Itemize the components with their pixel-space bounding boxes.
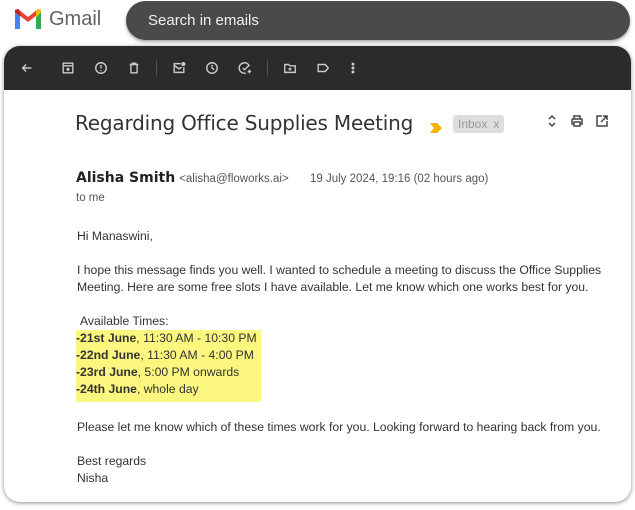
open-in-new-window-icon[interactable] [595, 114, 609, 128]
signoff: Best regards [77, 454, 147, 468]
snooze-icon[interactable] [204, 60, 220, 76]
email-subject: Regarding Office Supplies Meeting [75, 111, 414, 135]
remove-label-button[interactable]: x [493, 117, 499, 131]
gmail-logo[interactable]: Gmail [13, 7, 101, 31]
label-icon[interactable] [315, 60, 331, 76]
sender-name: Alisha Smith [76, 170, 176, 186]
search-input[interactable]: Search in emails [148, 12, 259, 29]
more-options-icon[interactable] [345, 60, 361, 76]
inbox-label-chip[interactable]: Inbox x [453, 115, 505, 133]
recipient[interactable]: to me [76, 192, 105, 204]
gmail-m-icon [15, 9, 41, 29]
important-marker-icon[interactable] [430, 120, 442, 138]
top-bar: Gmail Search in emails [0, 0, 635, 44]
toolbar-divider [267, 60, 268, 76]
mark-unread-icon[interactable] [171, 60, 187, 76]
app-name: Gmail [49, 7, 102, 30]
report-spam-icon[interactable] [93, 60, 109, 76]
email-date: 19 July 2024, 19:16 (02 hours ago) [310, 173, 489, 185]
greeting: Hi Manaswini, [77, 229, 153, 243]
print-icon[interactable] [570, 114, 584, 128]
move-to-icon[interactable] [282, 60, 298, 76]
add-task-icon[interactable] [237, 60, 253, 76]
back-arrow-icon[interactable] [19, 60, 35, 76]
time-slot: -24th June, whole day [76, 382, 199, 396]
expand-collapse-icon[interactable] [545, 114, 559, 128]
archive-icon[interactable] [60, 60, 76, 76]
email-body: Hi Manaswini, I hope this message finds … [76, 228, 622, 487]
times-label: Available Times: [80, 314, 169, 328]
time-slot: -23rd June, 5:00 PM onwards [76, 365, 240, 379]
body-paragraph: Please let me know which of these times … [77, 420, 601, 434]
search-bar[interactable]: Search in emails [126, 1, 630, 40]
highlighted-times: -21st June, 11:30 AM - 10:30 PM -22nd Ju… [76, 330, 261, 402]
time-slot: -22nd June, 11:30 AM - 4:00 PM [76, 348, 254, 362]
email-view: Regarding Office Supplies Meeting Inbox … [4, 46, 631, 502]
toolbar-divider [156, 60, 157, 76]
label-name: Inbox [458, 117, 488, 131]
available-times: Available Times: -21st June, 11:30 AM - … [76, 313, 622, 402]
signature: Nisha [77, 471, 109, 485]
sender-info: Alisha Smith <alisha@floworks.ai> [76, 170, 289, 186]
body-paragraph: I hope this message finds you well. I wa… [77, 263, 602, 294]
sender-email: <alisha@floworks.ai> [179, 173, 289, 185]
email-toolbar [4, 46, 631, 90]
time-slot: -21st June, 11:30 AM - 10:30 PM [76, 331, 257, 345]
delete-icon[interactable] [126, 60, 142, 76]
